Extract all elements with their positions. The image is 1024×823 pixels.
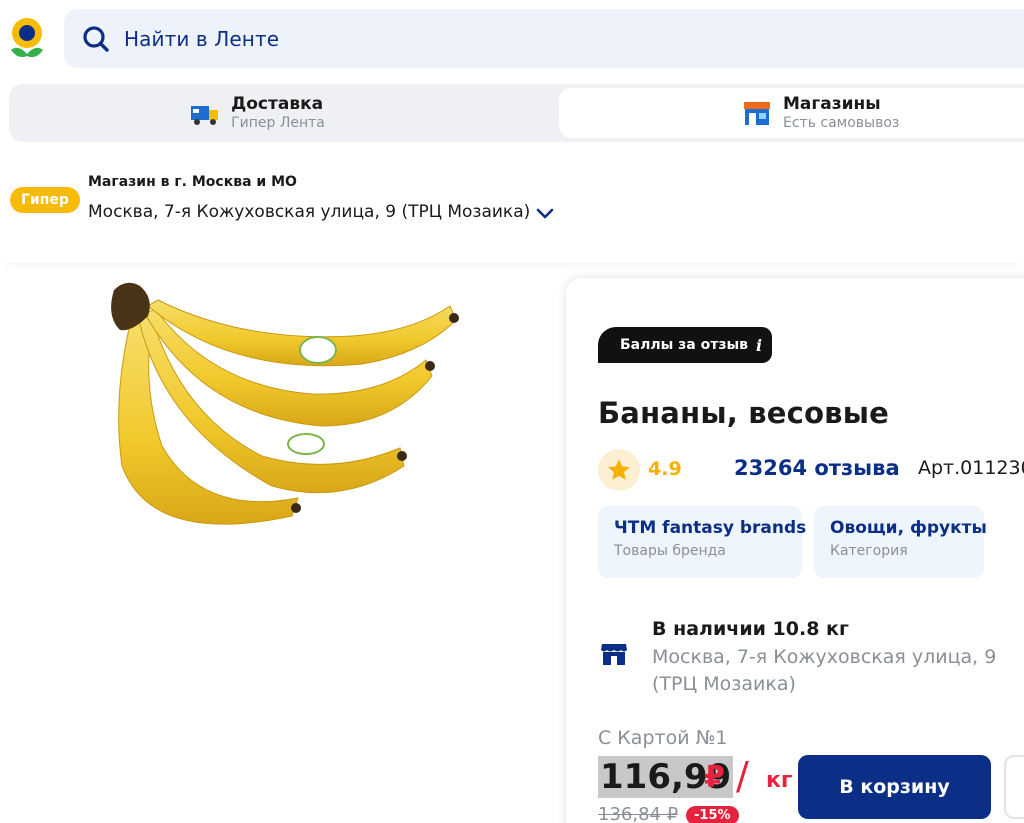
rating-row: 4.9 23264 отзыва Арт.011230 — [598, 448, 1024, 492]
article-number: Арт.011230 — [918, 457, 1024, 479]
rating-value: 4.9 — [648, 458, 682, 480]
add-to-cart-button[interactable]: В корзину — [798, 755, 991, 819]
search-bar[interactable]: Найти в Ленте — [64, 9, 1024, 68]
store-availability-icon — [601, 644, 627, 665]
store-type-badge: Гипер — [10, 187, 80, 213]
stock-store-address: Москва, 7-я Кожуховская улица, 9 (ТРЦ Мо… — [652, 646, 997, 695]
review-points-label: Баллы за отзыв — [620, 337, 749, 353]
tab-stores[interactable]: Магазины Есть самовывоз — [559, 88, 1024, 138]
reviews-link[interactable]: 23264 отзыва — [734, 456, 900, 480]
category-chip-title: Овощи, фрукты — [830, 518, 987, 538]
search-icon — [83, 25, 109, 52]
info-icon[interactable]: i — [756, 336, 762, 355]
old-price: 136,84 ₽ — [598, 804, 679, 823]
product-card: Баллы за отзыв i Бананы, весовые 4.9 232… — [566, 278, 1024, 823]
tab-stores-subtitle: Есть самовывоз — [783, 115, 900, 131]
brand-chip-title: ЧТМ fantasy brands — [614, 518, 807, 538]
delivery-mode-switch: Доставка Гипер Лента Магазины Есть самов… — [9, 84, 1024, 142]
category-chip[interactable]: Овощи, фрукты Категория — [814, 506, 987, 578]
price-card-label: С Картой №1 — [598, 727, 728, 749]
tab-delivery-subtitle: Гипер Лента — [231, 115, 325, 131]
tab-delivery-title: Доставка — [231, 94, 324, 114]
delivery-truck-icon — [191, 106, 219, 125]
lenta-logo[interactable] — [8, 16, 46, 62]
store-region: Магазин в г. Москва и МО — [88, 174, 297, 190]
discount-badge: -15% — [686, 806, 739, 823]
brand-chip-subtitle: Товары бренда — [614, 543, 726, 559]
tab-stores-title: Магазины — [783, 94, 881, 114]
product-image[interactable] — [92, 276, 472, 552]
store-address[interactable]: Москва, 7-я Кожуховская улица, 9 (ТРЦ Мо… — [88, 202, 530, 222]
product-title: Бананы, весовые — [598, 396, 890, 430]
price-currency: ₽ — [704, 760, 725, 795]
tab-delivery[interactable]: Доставка Гипер Лента — [9, 88, 555, 138]
review-points-badge[interactable]: Баллы за отзыв i — [598, 327, 772, 363]
category-chip-subtitle: Категория — [830, 543, 908, 559]
price-unit: кг — [766, 768, 793, 793]
stock-status: В наличии 10.8 кг — [652, 618, 849, 640]
brand-chip[interactable]: ЧТМ fantasy brands Товары бренда — [598, 506, 807, 578]
chevron-down-icon[interactable] — [536, 206, 554, 220]
secondary-action-button[interactable] — [1004, 755, 1024, 819]
price-slash: / — [736, 754, 749, 798]
store-icon — [744, 102, 770, 125]
store-selector[interactable]: Гипер Магазин в г. Москва и МО Москва, 7… — [0, 158, 1024, 263]
star-icon — [598, 449, 640, 491]
search-input[interactable]: Найти в Ленте — [124, 27, 279, 51]
